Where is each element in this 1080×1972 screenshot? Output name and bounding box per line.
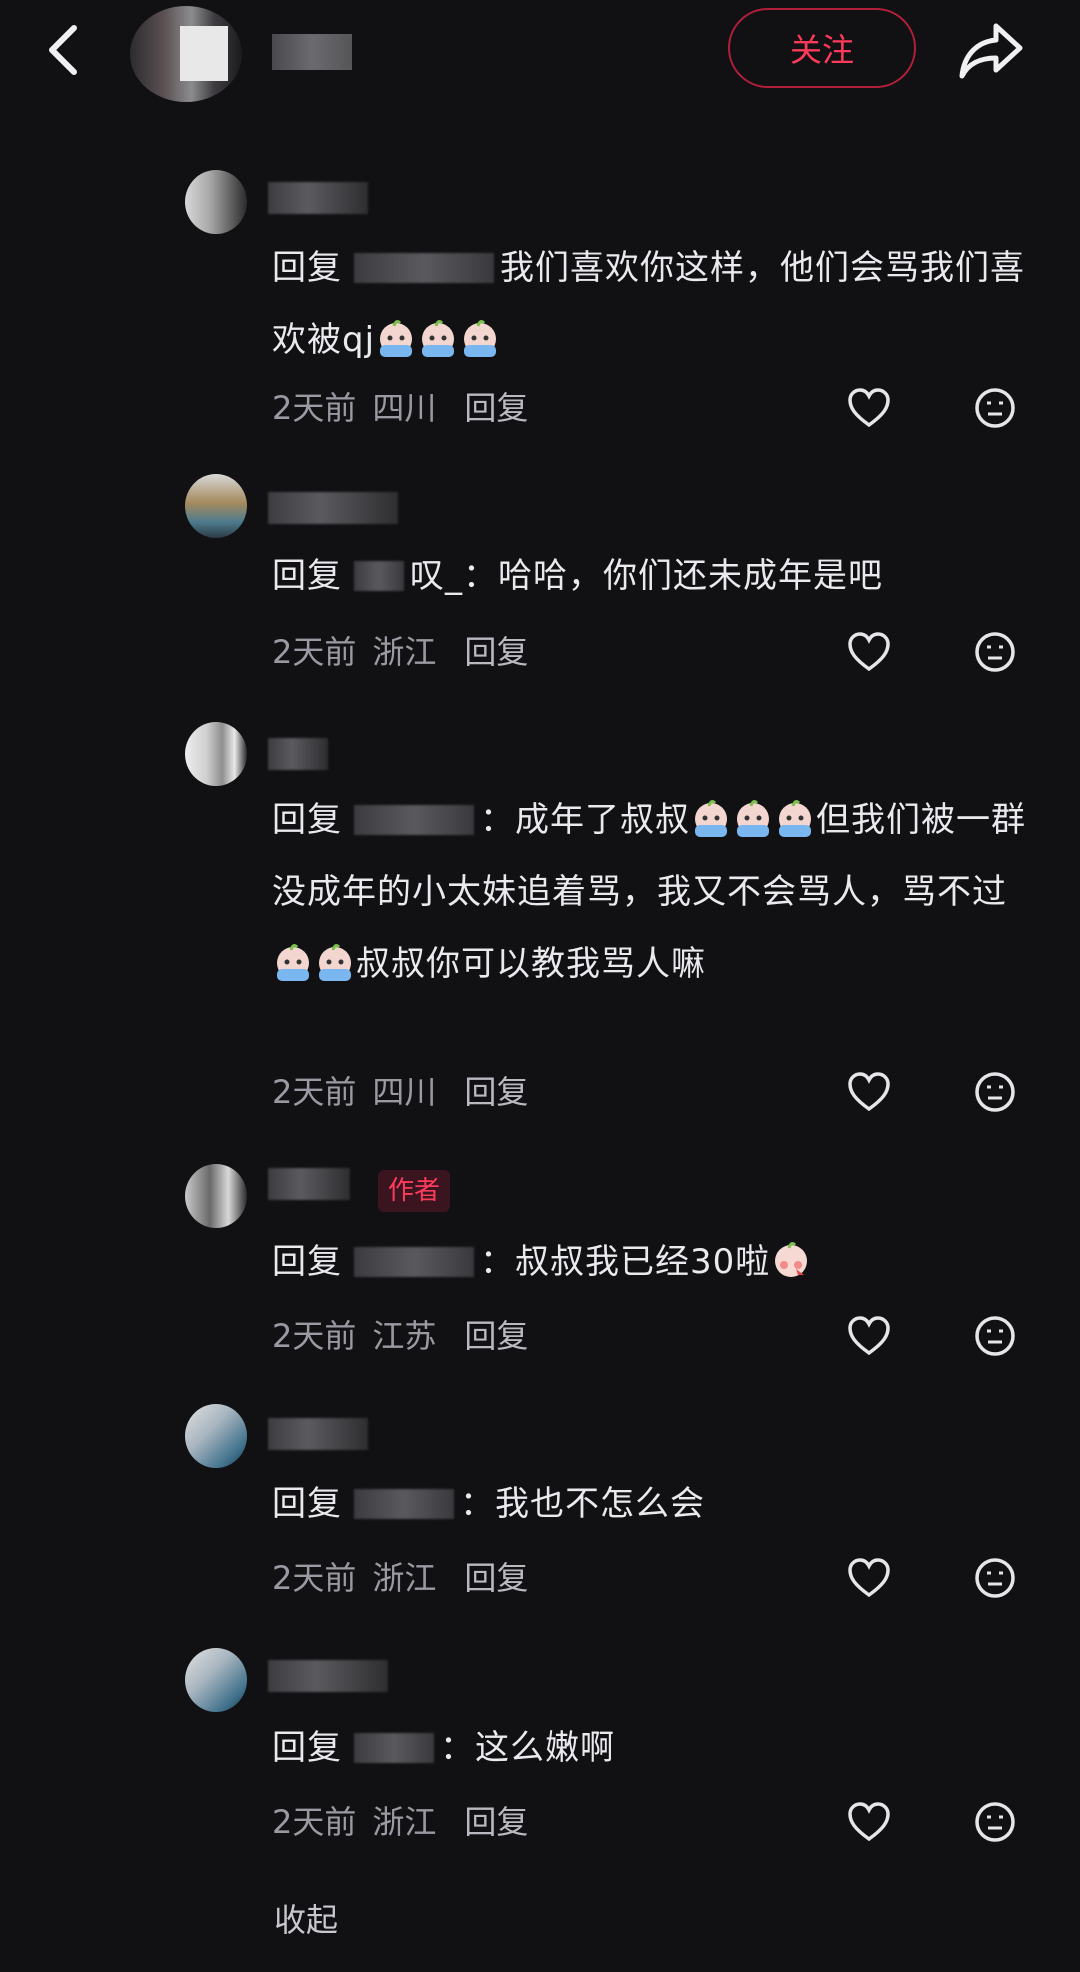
reply-action[interactable]: 回复 bbox=[464, 1073, 528, 1111]
reply-prefix: 回复 bbox=[272, 1728, 342, 1768]
comment-meta: 2天前 四川 回复 bbox=[272, 1070, 528, 1114]
heart-icon[interactable] bbox=[847, 1316, 891, 1356]
comment-time: 2天前 bbox=[272, 389, 357, 427]
heart-icon[interactable] bbox=[847, 1072, 891, 1112]
comment-time: 2天前 bbox=[272, 1073, 357, 1111]
comment-time: 2天前 bbox=[272, 1803, 357, 1841]
avatar[interactable] bbox=[185, 1404, 247, 1468]
shy-emoji-icon bbox=[775, 1242, 808, 1277]
comment-text: 回复 ：这么嫩啊 bbox=[272, 1712, 1032, 1784]
crying-emoji-icon bbox=[464, 320, 497, 357]
back-chevron-icon[interactable] bbox=[40, 22, 88, 78]
username-blurred[interactable] bbox=[268, 492, 398, 524]
author-badge: 作者 bbox=[378, 1170, 451, 1212]
mention-blurred[interactable] bbox=[354, 253, 494, 283]
emoji-face-icon[interactable] bbox=[974, 1315, 1016, 1357]
comment-body-end: 叔叔你可以教我骂人嘛 bbox=[356, 944, 706, 984]
avatar[interactable] bbox=[185, 474, 247, 538]
follow-button[interactable]: 关注 bbox=[728, 8, 916, 88]
emoji-face-icon[interactable] bbox=[974, 387, 1016, 429]
comment-text: 回复 ：叔叔我已经30啦 bbox=[272, 1226, 1032, 1298]
crying-emoji-icon bbox=[277, 944, 309, 981]
comment-location: 浙江 bbox=[372, 1559, 437, 1597]
heart-icon[interactable] bbox=[847, 388, 891, 428]
avatar[interactable] bbox=[185, 1648, 247, 1712]
comment-location: 四川 bbox=[372, 389, 437, 427]
heart-icon[interactable] bbox=[847, 1802, 891, 1842]
reply-action[interactable]: 回复 bbox=[464, 1559, 528, 1597]
username-blurred[interactable] bbox=[268, 182, 368, 214]
share-icon[interactable] bbox=[958, 20, 1024, 80]
comment-body: ：这么嫩啊 bbox=[440, 1728, 615, 1768]
comment-text: 回复 ：成年了叔叔 但我们被一群没成年的小太妹追着骂，我又不会骂人，骂不过叔叔你可以… bbox=[272, 784, 1032, 1000]
comment-location: 浙江 bbox=[372, 1803, 437, 1841]
top-bar: 关注 bbox=[0, 0, 1080, 118]
reply-action[interactable]: 回复 bbox=[464, 389, 528, 427]
avatar[interactable] bbox=[185, 170, 247, 234]
reply-prefix: 回复 bbox=[272, 800, 342, 840]
comment-meta: 2天前 浙江 回复 bbox=[272, 630, 528, 674]
mention-blurred[interactable] bbox=[354, 805, 474, 835]
reply-prefix: 回复 bbox=[272, 1484, 342, 1524]
collapse-replies-button[interactable]: 收起 bbox=[274, 1895, 338, 1941]
emoji-face-icon[interactable] bbox=[974, 1557, 1016, 1599]
reply-action[interactable]: 回复 bbox=[464, 1317, 528, 1355]
crying-emoji-icon bbox=[779, 800, 811, 837]
emoji-face-icon[interactable] bbox=[974, 631, 1016, 673]
mention-suffix: 叹_ bbox=[410, 556, 463, 596]
comment-body: ：叔叔我已经30啦 bbox=[480, 1242, 771, 1282]
emoji-face-icon[interactable] bbox=[974, 1801, 1016, 1843]
reply-action[interactable]: 回复 bbox=[464, 1803, 528, 1841]
crying-emoji-icon bbox=[695, 800, 727, 837]
reply-action[interactable]: 回复 bbox=[464, 633, 528, 671]
comment-text: 回复 叹_：哈哈，你们还未成年是吧 bbox=[272, 540, 1032, 612]
heart-icon[interactable] bbox=[847, 632, 891, 672]
username-blurred[interactable] bbox=[268, 738, 328, 770]
comment-location: 江苏 bbox=[372, 1317, 437, 1355]
comment-text: 回复 我们喜欢你这样，他们会骂我们喜欢被qj bbox=[272, 232, 1032, 376]
comment-meta: 2天前 浙江 回复 bbox=[272, 1800, 528, 1844]
comment-body: ：哈哈，你们还未成年是吧 bbox=[463, 556, 883, 596]
comment-time: 2天前 bbox=[272, 1559, 357, 1597]
mention-blurred[interactable] bbox=[354, 1489, 454, 1519]
heart-icon[interactable] bbox=[847, 1558, 891, 1598]
comment-meta: 2天前 浙江 回复 bbox=[272, 1556, 528, 1600]
crying-emoji-icon bbox=[422, 320, 455, 357]
comment-text: 回复 ：我也不怎么会 bbox=[272, 1468, 1032, 1540]
comment-location: 四川 bbox=[372, 1073, 437, 1111]
comment-time: 2天前 bbox=[272, 633, 357, 671]
author-name-blurred bbox=[272, 34, 352, 70]
comment-body: ：成年了叔叔 bbox=[480, 800, 690, 840]
comment-meta: 2天前 江苏 回复 bbox=[272, 1314, 528, 1358]
author-avatar[interactable] bbox=[130, 6, 242, 102]
avatar[interactable] bbox=[185, 1164, 247, 1228]
username-blurred[interactable] bbox=[268, 1418, 368, 1450]
username-blurred[interactable] bbox=[268, 1660, 388, 1692]
mention-blurred[interactable] bbox=[354, 561, 404, 591]
crying-emoji-icon bbox=[319, 944, 351, 981]
crying-emoji-icon bbox=[737, 800, 769, 837]
mention-blurred[interactable] bbox=[354, 1733, 434, 1763]
emoji-face-icon[interactable] bbox=[974, 1071, 1016, 1113]
comment-time: 2天前 bbox=[272, 1317, 357, 1355]
reply-prefix: 回复 bbox=[272, 556, 342, 596]
mention-blurred[interactable] bbox=[354, 1247, 474, 1277]
avatar[interactable] bbox=[185, 722, 247, 786]
reply-prefix: 回复 bbox=[272, 248, 342, 288]
comment-meta: 2天前 四川 回复 bbox=[272, 386, 528, 430]
username-blurred[interactable] bbox=[268, 1168, 350, 1200]
reply-prefix: 回复 bbox=[272, 1242, 342, 1282]
comment-body: ：我也不怎么会 bbox=[460, 1484, 705, 1524]
comment-location: 浙江 bbox=[372, 633, 437, 671]
crying-emoji-icon bbox=[380, 320, 413, 357]
